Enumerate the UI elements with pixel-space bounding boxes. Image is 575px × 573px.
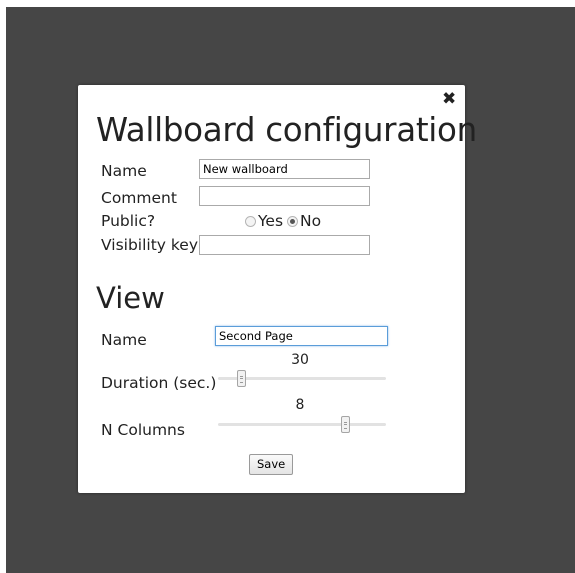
public-no-label[interactable]: No: [300, 212, 321, 230]
columns-label: N Columns: [101, 421, 185, 439]
dialog-title: Wallboard configuration: [96, 111, 477, 149]
wallboard-config-dialog: ✖ Wallboard configuration Name Comment P…: [78, 85, 477, 493]
wallboard-name-label: Name: [101, 162, 147, 180]
comment-label: Comment: [101, 189, 177, 207]
view-name-input[interactable]: [215, 326, 388, 346]
visibility-key-input[interactable]: [199, 235, 370, 255]
visibility-key-label: Visibility key: [101, 236, 199, 254]
columns-value: 8: [295, 397, 305, 413]
wallboard-name-input[interactable]: [199, 159, 370, 179]
duration-value: 30: [291, 352, 309, 368]
view-heading: View: [96, 281, 165, 315]
public-yes-radio[interactable]: [245, 215, 256, 227]
close-icon[interactable]: ✖: [442, 91, 456, 108]
public-yes-label[interactable]: Yes: [258, 212, 283, 230]
public-label: Public?: [101, 212, 156, 230]
save-button[interactable]: Save: [249, 454, 294, 475]
view-name-label: Name: [101, 331, 147, 349]
comment-input[interactable]: [199, 186, 370, 206]
columns-slider[interactable]: [218, 423, 386, 426]
public-no-radio[interactable]: [287, 215, 299, 227]
columns-slider-handle[interactable]: [341, 416, 350, 433]
public-radio-group: Yes No: [245, 212, 325, 230]
duration-label: Duration (sec.): [101, 374, 217, 392]
duration-slider-handle[interactable]: [237, 370, 246, 387]
